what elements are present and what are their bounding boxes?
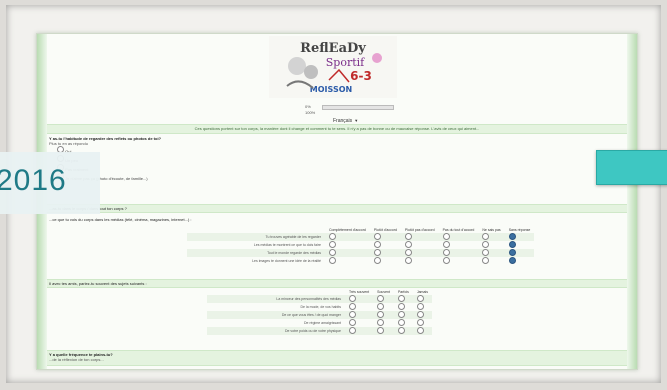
frame-mat: ReflEaDy Sportif 6-3 MOISSON 0% 100% Fra… [6, 5, 661, 383]
radio[interactable] [329, 241, 336, 248]
progress-bar [322, 105, 394, 110]
radio[interactable] [442, 249, 450, 256]
radio[interactable] [377, 303, 385, 310]
radio[interactable] [442, 257, 450, 264]
radio[interactable] [482, 257, 490, 264]
row-label: Les médias te montrent ce que tu dois fa… [253, 243, 321, 247]
matrix-header: Complètement d'accord Plutôt d'accord Pl… [187, 226, 534, 233]
radio[interactable] [397, 303, 405, 310]
row-label: De votre poids ou de votre physique [207, 327, 345, 335]
question-3-title: ...ce que tu vois du corps dans les médi… [49, 217, 192, 222]
svg-text:MOISSON: MOISSON [310, 85, 352, 94]
radio[interactable] [397, 319, 405, 326]
svg-text:6-3: 6-3 [350, 69, 372, 83]
row-label: De régime amaigrissant [304, 321, 341, 325]
radio[interactable] [416, 319, 424, 326]
radio[interactable] [482, 233, 490, 240]
radio[interactable] [377, 319, 385, 326]
festival-logo: ReflEaDy Sportif 6-3 MOISSON [269, 36, 397, 98]
radio[interactable] [442, 241, 450, 248]
question-5: Y a quelle fréquence te plains-tu? ...de… [49, 352, 113, 362]
svg-text:ReflEaDy: ReflEaDy [300, 41, 366, 56]
year-badge: 2016 [0, 164, 67, 197]
survey-page: ReflEaDy Sportif 6-3 MOISSON 0% 100% Fra… [36, 33, 638, 370]
column-header: Sans réponse [508, 227, 531, 232]
radio[interactable] [377, 295, 385, 302]
intro-banner: Ces questions portent sur ton corps, la … [47, 124, 627, 134]
teal-decoration [596, 150, 667, 185]
radio[interactable] [377, 327, 385, 334]
row-label: De ce que vous êtes / de quoi manger [207, 311, 345, 319]
radio[interactable] [349, 319, 356, 326]
radio-selected[interactable] [508, 257, 516, 264]
radio[interactable] [329, 249, 336, 256]
row-label: Tout le monde regarde des médias [187, 249, 325, 257]
svg-text:Sportif: Sportif [326, 56, 365, 69]
question-5-sub: ...de la réflexion de ton corps... [49, 357, 104, 362]
photo-frame: ReflEaDy Sportif 6-3 MOISSON 0% 100% Fra… [0, 0, 667, 390]
question-4-band: Il avec tes amis, parlez-tu souvent des … [47, 279, 627, 288]
radio[interactable] [377, 311, 385, 318]
radio[interactable] [416, 303, 424, 310]
column-header: Souvent [377, 289, 390, 294]
row-label: La minceur des personnalités des médias [207, 295, 345, 303]
table-row: Tu trouves agréable de les regarder [187, 233, 535, 241]
row-label: De la mode, de vos habits [300, 305, 341, 309]
radio[interactable] [404, 233, 412, 240]
radio[interactable] [416, 327, 424, 334]
radio[interactable] [404, 257, 412, 264]
radio[interactable] [482, 249, 490, 256]
radio[interactable] [404, 241, 412, 248]
column-header: Pas du tout d'accord [442, 227, 475, 232]
table-row: De la mode, de vos habits [207, 303, 432, 311]
question-4-title: Il avec tes amis, parlez-tu souvent des … [49, 281, 147, 286]
radio[interactable] [373, 249, 381, 256]
row-label: Les images te donnent une idée de la réa… [252, 259, 321, 263]
progress-max-label: 100% [305, 110, 316, 115]
radio[interactable] [397, 327, 405, 334]
radio[interactable] [404, 249, 412, 256]
radio[interactable] [373, 233, 381, 240]
radio[interactable] [482, 241, 490, 248]
column-header: Jamais [416, 289, 428, 294]
table-row: De régime amaigrissant [207, 319, 432, 327]
radio[interactable] [397, 295, 405, 302]
row-label: Tu trouves agréable de les regarder [187, 233, 325, 241]
radio[interactable] [442, 233, 450, 240]
table-row: Tout le monde regarde des médias [187, 249, 535, 257]
table-row: La minceur des personnalités des médias [207, 295, 432, 303]
radio-selected[interactable] [508, 241, 516, 248]
radio-selected[interactable] [508, 249, 516, 256]
column-header: Très souvent [349, 289, 370, 294]
column-header: Ne sais pas [482, 227, 501, 232]
question-2-band: ...as-tu dans le corps / dans tout ton c… [47, 204, 627, 213]
radio[interactable] [349, 311, 356, 318]
radio[interactable] [329, 257, 336, 264]
table-row: De votre poids ou de votre physique [207, 327, 432, 335]
radio[interactable] [416, 295, 424, 302]
radio-selected[interactable] [508, 233, 516, 240]
radio[interactable] [397, 311, 405, 318]
progress-percent: 0% [305, 104, 311, 109]
radio[interactable] [329, 233, 336, 240]
column-header: Plutôt pas d'accord [404, 227, 435, 232]
chevron-down-icon: ▼ [354, 118, 359, 123]
page-right-border [627, 34, 637, 369]
radio[interactable] [349, 303, 356, 310]
question-4-matrix: Très souvent Souvent Parfois Jamais La m… [207, 288, 432, 335]
table-row: De ce que vous êtes / de quoi manger [207, 311, 432, 319]
table-row: Les médias te montrent ce que tu dois fa… [187, 241, 534, 249]
radio[interactable] [373, 257, 381, 264]
column-header: Complètement d'accord [329, 227, 366, 232]
radio[interactable] [349, 295, 356, 302]
question-5-band: Y a quelle fréquence te plains-tu? ...de… [47, 350, 627, 366]
matrix-header: Très souvent Souvent Parfois Jamais [207, 288, 432, 295]
radio[interactable] [416, 311, 424, 318]
table-row: Les images te donnent une idée de la réa… [187, 257, 534, 265]
column-header: Plutôt d'accord [373, 227, 397, 232]
question-3-matrix: Complètement d'accord Plutôt d'accord Pl… [187, 226, 535, 265]
radio[interactable] [373, 241, 381, 248]
radio[interactable] [349, 327, 356, 334]
column-header: Parfois [397, 289, 409, 294]
